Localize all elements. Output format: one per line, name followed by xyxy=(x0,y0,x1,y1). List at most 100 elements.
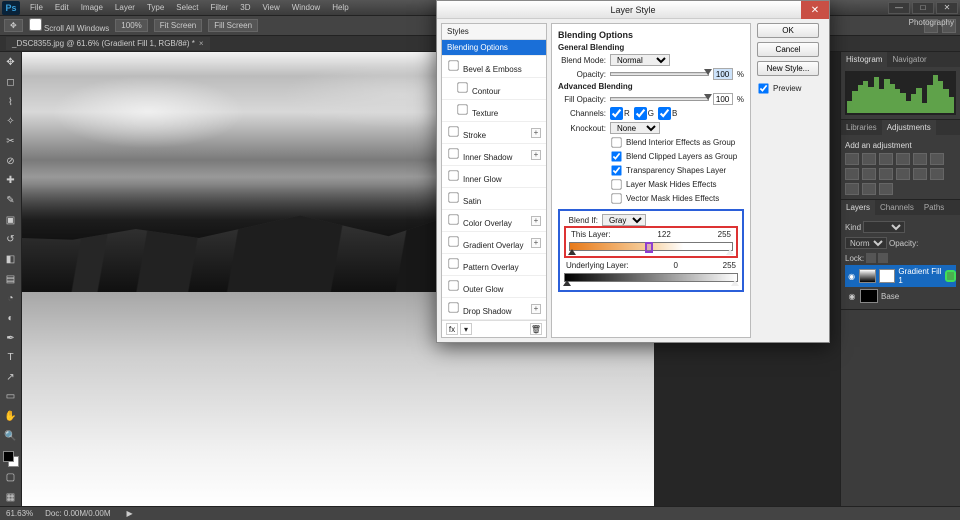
style-texture[interactable]: Texture xyxy=(442,100,546,122)
adj-exposure-icon[interactable] xyxy=(896,153,910,165)
move-tool-icon[interactable]: ✥ xyxy=(2,54,20,72)
black-stop[interactable] xyxy=(563,280,571,286)
style-drop-shadow[interactable]: Drop Shadow+ xyxy=(442,298,546,320)
plus-icon[interactable]: + xyxy=(531,150,541,160)
path-tool-icon[interactable]: ↗ xyxy=(2,369,20,387)
adj-photo-icon[interactable] xyxy=(862,168,876,180)
knockout-select[interactable]: None xyxy=(610,122,660,134)
color-swatch[interactable] xyxy=(3,451,19,467)
fill-screen-button[interactable]: Fill Screen xyxy=(208,19,258,32)
maximize-button[interactable]: □ xyxy=(912,2,934,14)
dialog-titlebar[interactable]: Layer Style ✕ xyxy=(437,1,829,19)
preview-cb[interactable]: Preview xyxy=(757,82,819,95)
cb-layer-mask[interactable]: Layer Mask Hides Effects xyxy=(610,178,744,191)
lock-icon-2[interactable] xyxy=(878,253,888,263)
eraser-tool-icon[interactable]: ◧ xyxy=(2,251,20,269)
tab-paths[interactable]: Paths xyxy=(919,200,949,215)
blend-mode-select[interactable]: Normal xyxy=(845,237,887,249)
trash-icon[interactable]: 🗑 xyxy=(530,323,542,335)
channel-g[interactable]: G xyxy=(634,107,654,120)
plus-icon[interactable]: + xyxy=(531,238,541,248)
crop-tool-icon[interactable]: ✂ xyxy=(2,133,20,151)
menu-file[interactable]: File xyxy=(24,1,49,14)
menu-3d[interactable]: 3D xyxy=(234,1,256,14)
white-stop[interactable] xyxy=(726,249,734,255)
cancel-button[interactable]: Cancel xyxy=(757,42,819,57)
close-window-button[interactable]: ✕ xyxy=(936,2,958,14)
menu-view[interactable]: View xyxy=(257,1,286,14)
adj-levels-icon[interactable] xyxy=(862,153,876,165)
plus-icon[interactable]: + xyxy=(531,216,541,226)
lock-icon[interactable] xyxy=(866,253,876,263)
white-stop[interactable] xyxy=(731,280,739,286)
fill-field[interactable] xyxy=(713,93,733,105)
opacity-field[interactable] xyxy=(713,68,733,80)
lasso-tool-icon[interactable]: ⌇ xyxy=(2,93,20,111)
menu-edit[interactable]: Edit xyxy=(49,1,75,14)
adj-vibrance-icon[interactable] xyxy=(913,153,927,165)
chevron-down-icon[interactable]: ▾ xyxy=(460,323,472,335)
shape-tool-icon[interactable]: ▭ xyxy=(2,388,20,406)
zoom-tool-icon[interactable]: 🔍 xyxy=(2,427,20,445)
layer-row-gradient[interactable]: ◉ Gradient Fill 1 xyxy=(845,265,956,287)
style-satin[interactable]: Satin xyxy=(442,188,546,210)
kind-select[interactable] xyxy=(863,221,905,233)
menu-type[interactable]: Type xyxy=(141,1,170,14)
adj-gradmap-icon[interactable] xyxy=(862,183,876,195)
minimize-button[interactable]: — xyxy=(888,2,910,14)
adj-brightness-icon[interactable] xyxy=(845,153,859,165)
menu-select[interactable]: Select xyxy=(170,1,204,14)
styles-header[interactable]: Styles xyxy=(442,24,546,40)
fill-slider[interactable] xyxy=(610,97,709,101)
ok-button[interactable]: OK xyxy=(757,23,819,38)
zoom-field[interactable]: 100% xyxy=(115,19,147,32)
style-gradient-overlay[interactable]: Gradient Overlay+ xyxy=(442,232,546,254)
quickmask-icon[interactable]: ▢ xyxy=(2,469,20,487)
dialog-close-button[interactable]: ✕ xyxy=(801,1,829,19)
status-zoom[interactable]: 61.63% xyxy=(6,509,33,518)
wand-tool-icon[interactable]: ✧ xyxy=(2,113,20,131)
adj-bw-icon[interactable] xyxy=(845,168,859,180)
adj-lookup-icon[interactable] xyxy=(896,168,910,180)
style-color-overlay[interactable]: Color Overlay+ xyxy=(442,210,546,232)
style-blending-options[interactable]: Blending Options xyxy=(442,40,546,56)
adj-thresh-icon[interactable] xyxy=(845,183,859,195)
cb-transparency[interactable]: Transparency Shapes Layer xyxy=(610,164,744,177)
scroll-all-cb[interactable]: Scroll All Windows xyxy=(29,18,110,33)
under-layer-slider[interactable] xyxy=(564,273,738,282)
workspace-label[interactable]: Photography xyxy=(909,18,954,27)
plus-icon[interactable]: + xyxy=(531,304,541,314)
new-style-button[interactable]: New Style... xyxy=(757,61,819,76)
split-indicator[interactable] xyxy=(645,242,653,253)
style-pattern-overlay[interactable]: Pattern Overlay xyxy=(442,254,546,276)
tool-icon[interactable]: ✥ xyxy=(4,19,23,32)
blend-mode-select[interactable]: Normal xyxy=(610,54,670,66)
marquee-tool-icon[interactable]: ◻ xyxy=(2,74,20,92)
menu-help[interactable]: Help xyxy=(326,1,354,14)
cb-interior[interactable]: Blend Interior Effects as Group xyxy=(610,136,744,149)
healing-tool-icon[interactable]: ✚ xyxy=(2,172,20,190)
style-outer-glow[interactable]: Outer Glow xyxy=(442,276,546,298)
menu-filter[interactable]: Filter xyxy=(205,1,235,14)
channel-b[interactable]: B xyxy=(658,107,677,120)
adj-mixer-icon[interactable] xyxy=(879,168,893,180)
adj-poster-icon[interactable] xyxy=(930,168,944,180)
cb-vector-mask[interactable]: Vector Mask Hides Effects xyxy=(610,192,744,205)
plus-icon[interactable]: + xyxy=(531,128,541,138)
hand-tool-icon[interactable]: ✋ xyxy=(2,408,20,426)
channel-r[interactable]: R xyxy=(610,107,630,120)
fx-icon[interactable]: fx xyxy=(446,323,458,335)
history-brush-icon[interactable]: ↺ xyxy=(2,231,20,249)
this-layer-slider[interactable] xyxy=(569,242,733,251)
stamp-tool-icon[interactable]: ▣ xyxy=(2,211,20,229)
blendif-select[interactable]: Gray xyxy=(602,214,646,226)
tab-libraries[interactable]: Libraries xyxy=(841,120,882,135)
black-stop[interactable] xyxy=(568,249,576,255)
brush-tool-icon[interactable]: ✎ xyxy=(2,192,20,210)
status-arrow-icon[interactable]: ▶ xyxy=(127,509,133,518)
menu-image[interactable]: Image xyxy=(75,1,109,14)
tab-navigator[interactable]: Navigator xyxy=(887,52,931,67)
menu-window[interactable]: Window xyxy=(286,1,326,14)
tab-histogram[interactable]: Histogram xyxy=(841,52,887,67)
type-tool-icon[interactable]: T xyxy=(2,349,20,367)
